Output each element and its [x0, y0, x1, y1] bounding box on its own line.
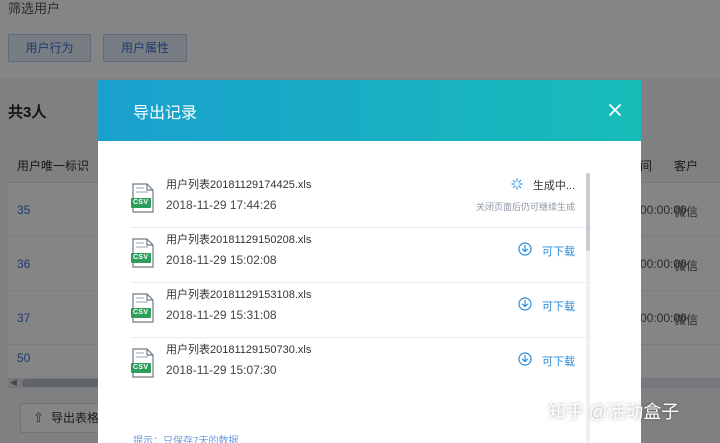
download-label: 可下载: [542, 355, 575, 368]
status-generating: 生成中...: [511, 177, 575, 193]
file-date: 2018-11-29 17:44:26: [166, 198, 277, 212]
modal-header: 导出记录: [98, 80, 641, 141]
csv-file-icon: CSV: [131, 183, 155, 213]
file-name: 用户列表20181129150208.xls: [166, 234, 312, 246]
file-name: 用户列表20181129153108.xls: [166, 289, 312, 301]
list-item: CSV 用户列表20181129150208.xls 2018-11-29 15…: [131, 228, 591, 283]
csv-file-icon: CSV: [131, 238, 155, 268]
status-subtext: 关闭页面后仍可继续生成: [475, 202, 575, 212]
file-date: 2018-11-29 15:02:08: [166, 253, 277, 267]
list-item: CSV 用户列表20181129150730.xls 2018-11-29 15…: [131, 338, 591, 393]
csv-file-icon: CSV: [131, 293, 155, 323]
csv-file-icon: CSV: [131, 348, 155, 378]
list-item: CSV 用户列表20181129153108.xls 2018-11-29 15…: [131, 283, 591, 338]
export-record-list[interactable]: CSV 用户列表20181129174425.xls 2018-11-29 17…: [131, 173, 591, 443]
loading-spinner-icon: [511, 177, 523, 193]
scrollbar-thumb[interactable]: [586, 173, 590, 251]
download-button[interactable]: 可下载: [518, 242, 575, 259]
file-date: 2018-11-29 15:07:30: [166, 363, 277, 377]
csv-label: CSV: [133, 364, 149, 371]
download-label: 可下载: [542, 300, 575, 313]
watermark: 知乎 @活动盒子: [548, 402, 680, 422]
download-icon: [518, 352, 532, 369]
csv-label: CSV: [133, 254, 149, 261]
file-name: 用户列表20181129150730.xls: [166, 344, 312, 356]
retention-hint: 提示：只保存7天的数据: [133, 436, 239, 443]
list-item: CSV 用户列表20181129174425.xls 2018-11-29 17…: [131, 173, 591, 228]
modal-title: 导出记录: [133, 105, 198, 122]
export-records-modal: 导出记录 CSV 用户列表20181129174425.xls 2018-11-…: [98, 80, 641, 443]
close-icon[interactable]: [604, 99, 626, 121]
file-name: 用户列表20181129174425.xls: [166, 179, 312, 191]
csv-label: CSV: [133, 199, 149, 206]
download-icon: [518, 242, 532, 259]
download-label: 可下载: [542, 245, 575, 258]
download-button[interactable]: 可下载: [518, 352, 575, 369]
csv-label: CSV: [133, 309, 149, 316]
download-button[interactable]: 可下载: [518, 297, 575, 314]
status-label: 生成中...: [532, 180, 575, 192]
file-date: 2018-11-29 15:31:08: [166, 308, 277, 322]
download-icon: [518, 297, 532, 314]
